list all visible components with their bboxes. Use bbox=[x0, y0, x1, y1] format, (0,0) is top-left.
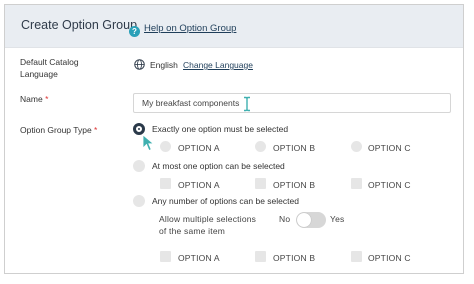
allow-multiple-label-line1: Allow multiple selections bbox=[159, 214, 257, 224]
change-language-link[interactable]: Change Language bbox=[183, 60, 253, 70]
catalog-language-label-line1: Default Catalog bbox=[20, 57, 79, 67]
any-number-option-c-checkbox[interactable] bbox=[351, 251, 362, 262]
type-radio-any-number[interactable] bbox=[133, 195, 145, 207]
at-most-one-option-c-label: OPTION C bbox=[368, 180, 411, 190]
at-most-one-option-a-checkbox[interactable] bbox=[160, 178, 171, 189]
name-label-text: Name bbox=[20, 94, 43, 104]
type-radio-at-most-one[interactable] bbox=[133, 160, 145, 172]
any-number-option-a-label: OPTION A bbox=[178, 253, 220, 263]
text-cursor-icon bbox=[244, 96, 250, 112]
any-number-option-a-checkbox[interactable] bbox=[160, 251, 171, 262]
help-link[interactable]: Help on Option Group bbox=[144, 23, 236, 34]
name-required-mark: * bbox=[45, 94, 49, 104]
any-number-option-c-label: OPTION C bbox=[368, 253, 411, 263]
option-group-type-label: Option Group Type * bbox=[20, 124, 97, 136]
exactly-one-option-c-radio[interactable] bbox=[351, 141, 362, 152]
type-option-any-number-label: Any number of options can be selected bbox=[152, 196, 299, 206]
language-value: English bbox=[150, 60, 178, 70]
exactly-one-option-a-radio[interactable] bbox=[160, 141, 171, 152]
allow-multiple-toggle[interactable] bbox=[296, 212, 326, 228]
type-option-exactly-one-label: Exactly one option must be selected bbox=[152, 124, 289, 134]
name-input[interactable] bbox=[133, 93, 451, 113]
option-group-type-required-mark: * bbox=[94, 125, 98, 135]
catalog-language-label-line2: Language bbox=[20, 69, 58, 79]
any-number-option-b-checkbox[interactable] bbox=[255, 251, 266, 262]
toggle-knob bbox=[297, 213, 311, 227]
toggle-no-label: No bbox=[279, 214, 291, 224]
globe-icon bbox=[134, 59, 145, 70]
allow-multiple-label-line2: of the same item bbox=[159, 226, 226, 236]
any-number-option-b-label: OPTION B bbox=[273, 253, 316, 263]
page-title: Create Option Group bbox=[21, 18, 138, 32]
exactly-one-option-a-label: OPTION A bbox=[178, 143, 220, 153]
at-most-one-option-b-label: OPTION B bbox=[273, 180, 316, 190]
panel-header: Create Option Group ? Help on Option Gro… bbox=[5, 5, 463, 48]
type-option-at-most-one-label: At most one option can be selected bbox=[152, 161, 285, 171]
exactly-one-option-c-label: OPTION C bbox=[368, 143, 411, 153]
create-option-group-panel: Create Option Group ? Help on Option Gro… bbox=[4, 4, 464, 274]
at-most-one-option-a-label: OPTION A bbox=[178, 180, 220, 190]
exactly-one-option-b-radio[interactable] bbox=[255, 141, 266, 152]
exactly-one-option-b-label: OPTION B bbox=[273, 143, 316, 153]
toggle-yes-label: Yes bbox=[330, 214, 345, 224]
at-most-one-option-c-checkbox[interactable] bbox=[351, 178, 362, 189]
mouse-pointer-icon bbox=[142, 134, 155, 152]
option-group-type-label-text: Option Group Type bbox=[20, 125, 92, 135]
at-most-one-option-b-checkbox[interactable] bbox=[255, 178, 266, 189]
help-icon[interactable]: ? bbox=[129, 26, 140, 37]
name-label: Name * bbox=[20, 93, 48, 105]
